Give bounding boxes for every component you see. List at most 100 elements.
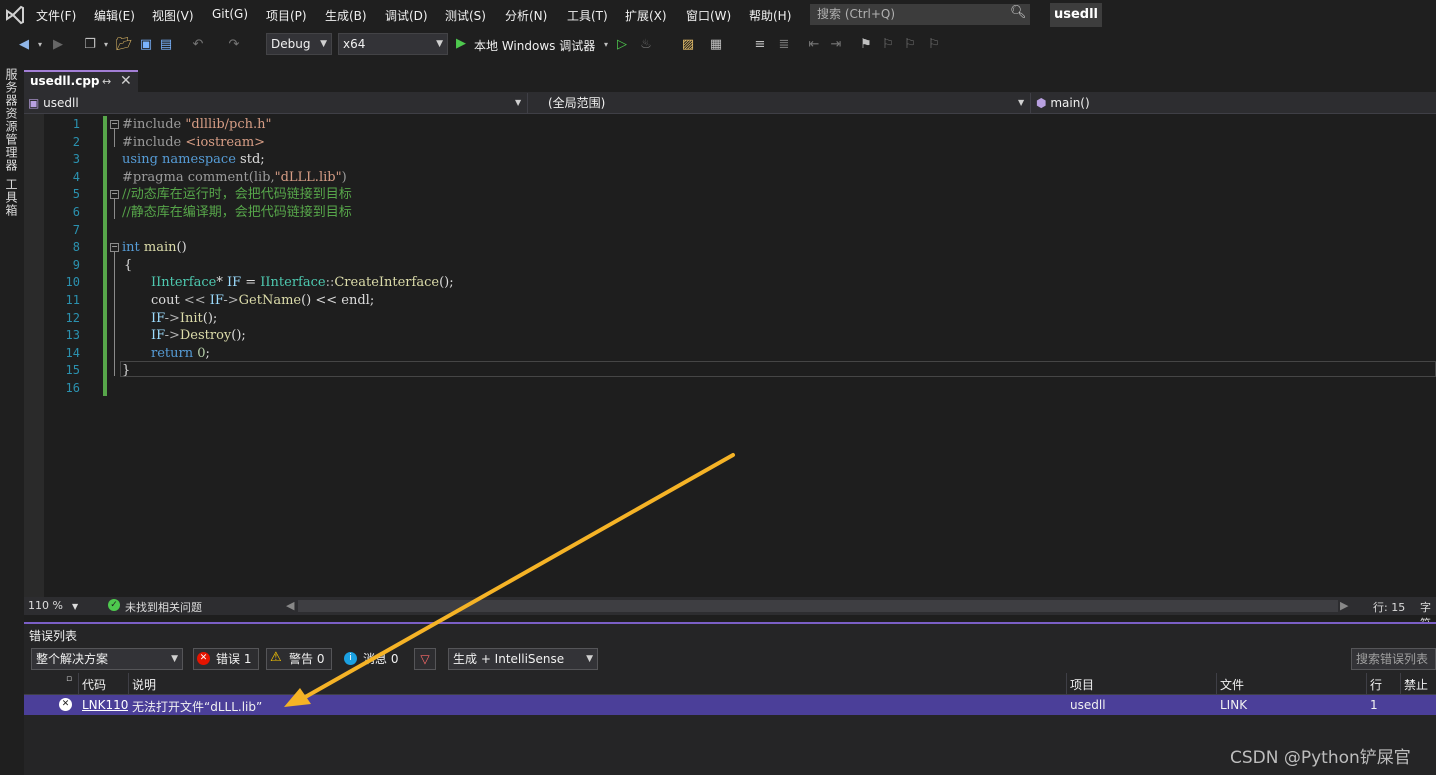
line-number: 15 — [65, 363, 80, 378]
previous-bookmark-icon[interactable]: ⚐ — [880, 37, 896, 53]
collapse-region-icon[interactable]: − — [110, 243, 119, 252]
menu-project[interactable]: 项目(P) — [266, 7, 307, 24]
column-divider[interactable] — [1216, 673, 1217, 695]
increase-indent-icon[interactable]: ⇥ — [828, 37, 844, 53]
project-select[interactable]: ▣ usedll — [28, 94, 524, 113]
save-icon[interactable]: ▣ — [138, 37, 154, 53]
platform-select[interactable]: x64 ▼ — [338, 33, 448, 55]
error-project: usedll — [1070, 698, 1106, 712]
code-line-8: int main() — [122, 239, 187, 257]
server-explorer-tab[interactable]: 服务器资源管理器 — [3, 68, 20, 172]
toolbox-tab[interactable]: 工具箱 — [3, 178, 20, 217]
close-icon[interactable]: ✕ — [120, 73, 132, 89]
column-divider[interactable] — [1366, 673, 1367, 695]
zoom-level[interactable]: 110 % — [28, 599, 63, 612]
column-header-file[interactable]: 文件 — [1220, 676, 1244, 693]
menu-edit[interactable]: 编辑(E) — [94, 7, 135, 24]
error-code-link[interactable]: LNK1104 — [82, 698, 128, 712]
open-folder-icon[interactable]: 📂︎ — [116, 37, 133, 53]
solution-explorer-icon[interactable]: ▨ — [680, 37, 696, 53]
menu-extensions[interactable]: 扩展(X) — [625, 7, 667, 24]
debug-target-dropdown-icon[interactable]: ▾ — [598, 37, 614, 53]
search-input[interactable]: 搜索 (Ctrl+Q) — [810, 4, 1030, 25]
back-icon[interactable]: ◀ — [16, 37, 32, 53]
current-line-highlight — [120, 361, 1436, 377]
window-layout-icon[interactable]: ▦ — [708, 37, 724, 53]
column-header-project[interactable]: 项目 — [1070, 676, 1094, 693]
back-dropdown-icon[interactable]: ▾ — [32, 37, 48, 53]
scope-filter-select[interactable]: 整个解决方案 ▼ — [31, 648, 183, 670]
configuration-select[interactable]: Debug ▼ — [266, 33, 332, 55]
menu-test[interactable]: 测试(S) — [445, 7, 486, 24]
menu-tools[interactable]: 工具(T) — [567, 7, 608, 24]
token: GetName — [238, 293, 302, 308]
token: << — [183, 293, 210, 308]
token: IF — [226, 275, 242, 291]
scope-select[interactable]: (全局范围) — [548, 94, 1018, 113]
pin-icon[interactable]: ↔ — [102, 75, 111, 88]
collapse-region-icon[interactable]: − — [110, 120, 119, 129]
collapse-region-icon[interactable]: − — [110, 190, 119, 199]
menu-view[interactable]: 视图(V) — [152, 7, 194, 24]
menu-help[interactable]: 帮助(H) — [749, 7, 791, 24]
search-error-list-input[interactable]: 搜索错误列表 — [1351, 648, 1436, 670]
menu-file[interactable]: 文件(F) — [36, 7, 76, 24]
menu-debug[interactable]: 调试(D) — [385, 7, 428, 24]
line-position: 行: 15 — [1373, 601, 1406, 614]
code-line-6: //静态库在编译期，会把代码链接到目标 — [122, 204, 352, 222]
sort-icon[interactable]: ▫ — [66, 674, 72, 684]
decrease-indent-icon[interactable]: ⇤ — [806, 37, 822, 53]
new-dropdown-icon[interactable]: ▾ — [98, 37, 114, 53]
forward-icon[interactable]: ▶ — [50, 37, 66, 53]
next-bookmark-icon[interactable]: ⚐ — [902, 37, 918, 53]
token: (); — [202, 310, 218, 326]
bookmark-icon[interactable]: ⚑ — [858, 37, 874, 53]
line-number: 9 — [72, 257, 80, 272]
column-header-description[interactable]: 说明 — [132, 676, 156, 693]
redo-icon[interactable]: ↷ — [226, 37, 242, 53]
token: IInterface — [151, 275, 217, 291]
code-line-15: } — [122, 362, 130, 380]
horizontal-scrollbar[interactable] — [298, 600, 1338, 612]
start-without-debugging-icon[interactable]: ▷ — [614, 37, 630, 53]
menu-git[interactable]: Git(G) — [212, 7, 248, 21]
hot-reload-icon[interactable]: ♨ — [638, 37, 654, 53]
menu-analyze[interactable]: 分析(N) — [505, 7, 547, 24]
member-value: main() — [1050, 96, 1090, 110]
chevron-down-icon: ▼ — [171, 654, 178, 664]
column-header-line[interactable]: 行 — [1370, 676, 1382, 693]
column-divider[interactable] — [78, 673, 79, 695]
column-header-code[interactable]: 代码 — [82, 676, 106, 693]
column-divider[interactable] — [128, 673, 129, 695]
scroll-left-icon[interactable]: ◀ — [286, 599, 294, 612]
save-all-icon[interactable]: ▤ — [158, 37, 174, 53]
new-project-icon[interactable]: ❐ — [82, 37, 98, 53]
column-divider[interactable] — [1400, 673, 1401, 695]
error-list-title-bar — [24, 624, 1436, 644]
search-icon[interactable]: 🔍︎ — [1010, 5, 1027, 20]
code-line-9: { — [124, 257, 132, 275]
line-number: 13 — [65, 328, 80, 343]
project-icon: ▣ — [28, 96, 40, 110]
comment-icon[interactable]: ≡ — [752, 37, 768, 53]
menu-build[interactable]: 生成(B) — [325, 7, 367, 24]
member-select[interactable]: ⬢ main() — [1036, 94, 1416, 113]
start-debugging-button[interactable]: 本地 Windows 调试器 — [474, 37, 595, 54]
token: "dlllib/pch.h" — [185, 117, 272, 132]
chevron-down-icon[interactable]: ▼ — [72, 602, 78, 611]
filter-button[interactable]: ▽ — [414, 648, 436, 670]
clear-bookmarks-icon[interactable]: ⚐ — [926, 37, 942, 53]
issues-status[interactable]: 未找到相关问题 — [125, 599, 202, 615]
configuration-value: Debug — [271, 37, 311, 51]
menu-window[interactable]: 窗口(W) — [686, 7, 731, 24]
column-divider[interactable] — [1066, 673, 1067, 695]
token: (lib, — [248, 169, 275, 185]
start-debugging-icon[interactable]: ▶ — [456, 36, 466, 51]
token: "dLLL.lib" — [274, 169, 342, 185]
uncomment-icon[interactable]: ≣ — [776, 37, 792, 53]
undo-icon[interactable]: ↶ — [190, 37, 206, 53]
source-filter-select[interactable]: 生成 + IntelliSense ▼ — [448, 648, 598, 670]
scroll-right-icon[interactable]: ▶ — [1340, 599, 1348, 612]
document-tab-well — [24, 60, 1436, 92]
line-number: 14 — [65, 345, 80, 360]
